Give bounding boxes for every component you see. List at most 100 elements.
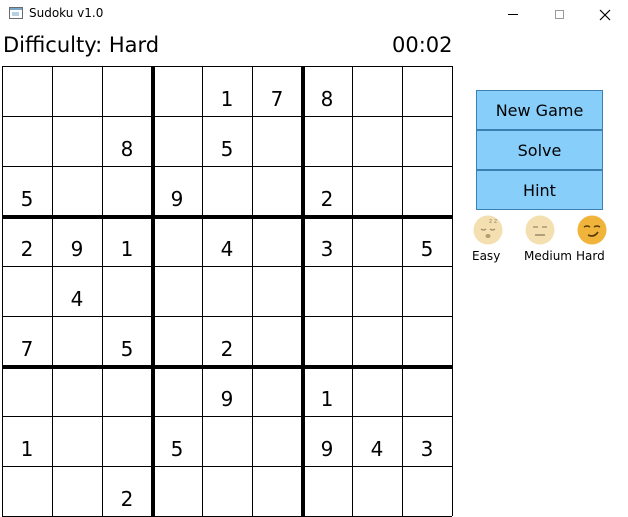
grid-cell[interactable] [252,116,302,166]
grid-line [52,66,53,516]
grid-cell[interactable] [402,166,452,216]
grid-cell[interactable] [52,416,102,466]
grid-cell[interactable]: 9 [202,366,252,416]
grid-cell[interactable] [152,466,202,516]
grid-cell[interactable] [152,316,202,366]
grid-cell[interactable] [402,116,452,166]
grid-cell[interactable]: 8 [102,116,152,166]
grid-cell[interactable]: 5 [202,116,252,166]
grid-cell[interactable] [402,316,452,366]
grid-cell[interactable] [352,266,402,316]
grid-cell[interactable] [352,116,402,166]
grid-cell[interactable]: 3 [402,416,452,466]
grid-cell[interactable]: 5 [402,216,452,266]
title-bar: Sudoku v1.0 [0,0,628,29]
close-icon [599,9,611,20]
grid-cell[interactable]: 7 [2,316,52,366]
grid-cell[interactable] [2,266,52,316]
grid-cell[interactable]: 9 [52,216,102,266]
grid-cell[interactable] [52,166,102,216]
grid-cell[interactable] [252,166,302,216]
grid-cell[interactable] [2,116,52,166]
grid-cell[interactable]: 9 [152,166,202,216]
close-button[interactable] [582,0,628,29]
grid-cell[interactable] [202,416,252,466]
grid-cell[interactable] [52,366,102,416]
grid-cell[interactable] [402,266,452,316]
grid-cell[interactable]: 4 [202,216,252,266]
grid-cell[interactable] [102,366,152,416]
level-label-easy: Easy [472,249,501,263]
grid-cell[interactable] [302,316,352,366]
timer: 00:02 [392,33,453,57]
grid-line [2,215,452,219]
grid-cell[interactable] [102,166,152,216]
grid-cell[interactable] [352,66,402,116]
grid-cell[interactable] [152,116,202,166]
maximize-button[interactable] [536,0,582,29]
grid-cell[interactable] [352,166,402,216]
grid-cell[interactable] [152,366,202,416]
grid-cell[interactable]: 8 [302,66,352,116]
grid-cell[interactable] [152,216,202,266]
grid-cell[interactable] [102,266,152,316]
grid-line [252,66,253,516]
grid-cell[interactable] [302,266,352,316]
grid-cell[interactable]: 1 [102,216,152,266]
neutral-face-icon[interactable] [525,215,555,245]
grid-cell[interactable]: 4 [52,266,102,316]
grid-cell[interactable]: 2 [102,466,152,516]
grid-cell[interactable] [102,416,152,466]
grid-cell[interactable] [52,116,102,166]
new-game-button[interactable]: New Game [476,90,603,130]
grid-cell[interactable] [52,316,102,366]
solve-button[interactable]: Solve [476,130,603,170]
grid-cell[interactable] [252,416,302,466]
grid-cell[interactable]: 9 [302,416,352,466]
grid-cell[interactable] [352,216,402,266]
grid-cell[interactable] [352,316,402,366]
grid-cell[interactable] [202,466,252,516]
grid-cell[interactable]: 2 [2,216,52,266]
grid-cell[interactable]: 5 [102,316,152,366]
minimize-button[interactable] [490,0,536,29]
grid-cell[interactable] [2,66,52,116]
grid-cell[interactable] [252,216,302,266]
grid-cell[interactable]: 1 [2,416,52,466]
grid-line [301,66,305,516]
grid-cell[interactable] [52,466,102,516]
grid-cell[interactable]: 4 [352,416,402,466]
grid-cell[interactable] [2,466,52,516]
grid-cell[interactable] [252,316,302,366]
grid-cell[interactable] [202,266,252,316]
grid-cell[interactable] [202,166,252,216]
grid-cell[interactable] [302,466,352,516]
grid-cell[interactable] [402,466,452,516]
grid-cell[interactable] [302,116,352,166]
grid-cell[interactable]: 2 [302,166,352,216]
grid-cell[interactable] [252,266,302,316]
grid-cell[interactable] [102,66,152,116]
grid-cell[interactable] [252,466,302,516]
minimize-icon [508,14,518,15]
grid-cell[interactable]: 2 [202,316,252,366]
grid-cell[interactable] [52,66,102,116]
grid-cell[interactable]: 5 [152,416,202,466]
grid-cell[interactable] [352,466,402,516]
grid-cell[interactable]: 7 [252,66,302,116]
grid-cell[interactable] [402,66,452,116]
grid-line [2,66,452,67]
grid-cell[interactable] [152,266,202,316]
hint-button[interactable]: Hint [476,170,603,210]
grid-cell[interactable] [152,66,202,116]
grid-cell[interactable] [252,366,302,416]
smirk-face-icon[interactable] [577,215,607,245]
grid-cell[interactable] [402,366,452,416]
grid-cell[interactable]: 1 [202,66,252,116]
grid-cell[interactable] [2,366,52,416]
grid-cell[interactable] [352,366,402,416]
grid-cell[interactable]: 1 [302,366,352,416]
sleepy-face-icon[interactable]: z z [473,215,503,245]
grid-cell[interactable]: 3 [302,216,352,266]
grid-cell[interactable]: 5 [2,166,52,216]
